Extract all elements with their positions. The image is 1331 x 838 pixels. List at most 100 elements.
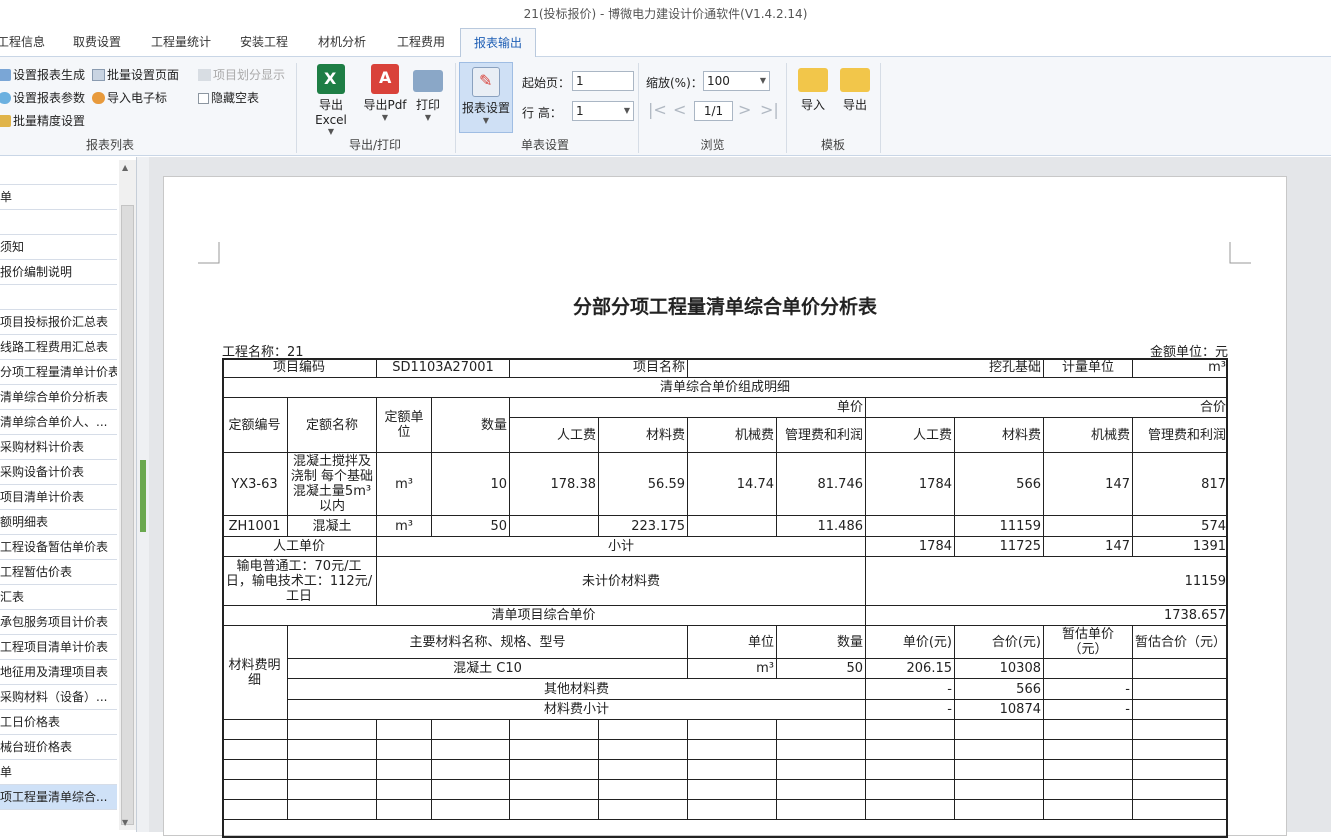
sidebar-item[interactable]: 线路工程费用汇总表: [0, 335, 117, 360]
sidebar-item[interactable]: 承包服务项目计价表: [0, 610, 117, 635]
col-quota-no: 定额编号: [222, 398, 288, 453]
set-report-params-button[interactable]: 设置报表参数: [0, 89, 85, 106]
sidebar-item[interactable]: 分项工程量清单计价表: [0, 360, 117, 385]
quota-u_mgmt: 81.746: [777, 453, 866, 516]
report-title: 分部分项工程量清单综合单价分析表: [572, 296, 877, 318]
sidebar-item[interactable]: 工程暂估价表: [0, 560, 117, 585]
sidebar-item[interactable]: 单: [0, 185, 117, 210]
other-material-label: 其他材料费: [288, 679, 866, 700]
splitter-grip[interactable]: [140, 460, 146, 532]
sidebar-item[interactable]: 须知: [0, 235, 117, 260]
item-split-display-button[interactable]: 项目划分显示: [198, 66, 285, 83]
batch-precision-button[interactable]: 批量精度设置: [0, 112, 85, 129]
sidebar-item[interactable]: 单: [0, 760, 117, 785]
col-material-total: 合价(元): [955, 626, 1044, 659]
empty-cell: [599, 760, 688, 780]
scroll-up-icon[interactable]: ▲: [122, 163, 128, 172]
empty-cell: [1044, 780, 1133, 800]
row-height-select[interactable]: 1 ▼: [572, 101, 634, 121]
material-subtotal-total: 10874: [955, 700, 1044, 720]
import-electronic-bid-button[interactable]: 导入电子标: [92, 89, 167, 106]
table-cell: [1044, 659, 1133, 679]
page-number-input[interactable]: 1/1: [694, 101, 733, 121]
sidebar-item[interactable]: 工程项目清单计价表: [0, 635, 117, 660]
sidebar-item[interactable]: 报价编制说明: [0, 260, 117, 285]
tab-quantity-stats[interactable]: 工程量统计: [151, 28, 211, 57]
group-label-template: 模板: [820, 138, 845, 152]
sidebar-item[interactable]: 项目清单计价表: [0, 485, 117, 510]
print-button[interactable]: 打印 ▼: [410, 64, 446, 122]
first-page-icon[interactable]: |<: [648, 100, 667, 119]
empty-cell: [288, 780, 377, 800]
hide-empty-tables-checkbox[interactable]: 隐藏空表: [198, 89, 259, 106]
group-label-export: 导出/打印: [348, 138, 402, 152]
next-page-icon[interactable]: >: [738, 100, 751, 119]
empty-cell: [955, 800, 1044, 820]
col-material-unit: 单位: [688, 626, 777, 659]
tab-installation[interactable]: 安装工程: [240, 28, 288, 57]
template-export-button[interactable]: 导出: [838, 64, 872, 113]
printer-icon: [413, 70, 443, 92]
empty-cell: [222, 800, 288, 820]
sidebar-scroll-thumb[interactable]: [121, 205, 134, 825]
col-material-price: 单价(元): [866, 626, 955, 659]
tab-project-costs[interactable]: 工程费用: [397, 28, 445, 57]
last-page-icon[interactable]: >|: [760, 100, 779, 119]
group-divider: [786, 63, 787, 153]
tab-fee-settings[interactable]: 取费设置: [73, 28, 121, 57]
sidebar-item[interactable]: 械台班价格表: [0, 735, 117, 760]
sidebar-item[interactable]: 工程设备暂估单价表: [0, 535, 117, 560]
precision-icon: [0, 115, 11, 127]
empty-cell: [288, 800, 377, 820]
sidebar-item[interactable]: 项工程量清单综合...: [0, 785, 117, 810]
margin-corner-mark: [198, 242, 220, 264]
subtotal-mat: 11725: [955, 537, 1044, 557]
sidebar-item[interactable]: 采购设备计价表: [0, 460, 117, 485]
empty-cell: [866, 780, 955, 800]
quota-name: 混凝土搅拌及浇制 每个基础混凝土量5m³以内: [288, 453, 377, 516]
empty-cell: [222, 760, 288, 780]
quota-code: YX3-63: [222, 453, 288, 516]
empty-cell: [1044, 800, 1133, 820]
unpriced-label: 未计价材料费: [377, 557, 866, 606]
tab-report-output[interactable]: 报表输出: [460, 28, 537, 58]
empty-cell: [866, 760, 955, 780]
tab-material-analysis[interactable]: 材机分析: [318, 28, 366, 57]
sidebar-item[interactable]: 采购材料计价表: [0, 435, 117, 460]
sidebar-item[interactable]: 清单综合单价人、...: [0, 410, 117, 435]
sidebar-item[interactable]: 项目投标报价汇总表: [0, 310, 117, 335]
sidebar-item[interactable]: 额明细表: [0, 510, 117, 535]
sidebar-item[interactable]: [0, 160, 117, 185]
sidebar-item[interactable]: 清单综合单价分析表: [0, 385, 117, 410]
start-page-input[interactable]: 1: [572, 71, 634, 91]
chevron-down-icon: ▼: [623, 106, 630, 115]
sidebar-item[interactable]: [0, 285, 117, 310]
template-import-button[interactable]: 导入: [796, 64, 830, 113]
empty-cell: [1133, 740, 1228, 760]
prev-page-icon[interactable]: <: [673, 100, 686, 119]
export-excel-button[interactable]: X 导出Excel ▼: [304, 64, 358, 136]
scroll-down-icon[interactable]: ▼: [122, 818, 128, 827]
export-pdf-button[interactable]: A 导出Pdf ▼: [362, 64, 408, 122]
detail-title: 清单综合单价组成明细: [222, 378, 1228, 398]
report-settings-icon: ✎: [472, 67, 500, 97]
sidebar-item[interactable]: 工日价格表: [0, 710, 117, 735]
empty-cell: [599, 740, 688, 760]
empty-cell: [222, 780, 288, 800]
report-settings-icon: [0, 69, 11, 81]
item-name-label: 项目名称: [510, 358, 688, 378]
sidebar-item[interactable]: [0, 210, 117, 235]
sidebar-item[interactable]: 地征用及清理项目表: [0, 660, 117, 685]
empty-cell: [377, 780, 432, 800]
zoom-select[interactable]: 100 ▼: [703, 71, 770, 91]
set-report-generate-button[interactable]: 设置报表生成: [0, 66, 85, 83]
sidebar-item[interactable]: 采购材料（设备）...: [0, 685, 117, 710]
empty-cell: [432, 780, 510, 800]
empty-cell: [955, 780, 1044, 800]
empty-cell: [599, 780, 688, 800]
empty-cell: [955, 740, 1044, 760]
tab-project-info[interactable]: 工程信息: [0, 28, 45, 57]
batch-page-settings-button[interactable]: 批量设置页面: [92, 66, 179, 83]
report-settings-button[interactable]: ✎ 报表设置 ▼: [459, 62, 513, 133]
sidebar-item[interactable]: 汇表: [0, 585, 117, 610]
